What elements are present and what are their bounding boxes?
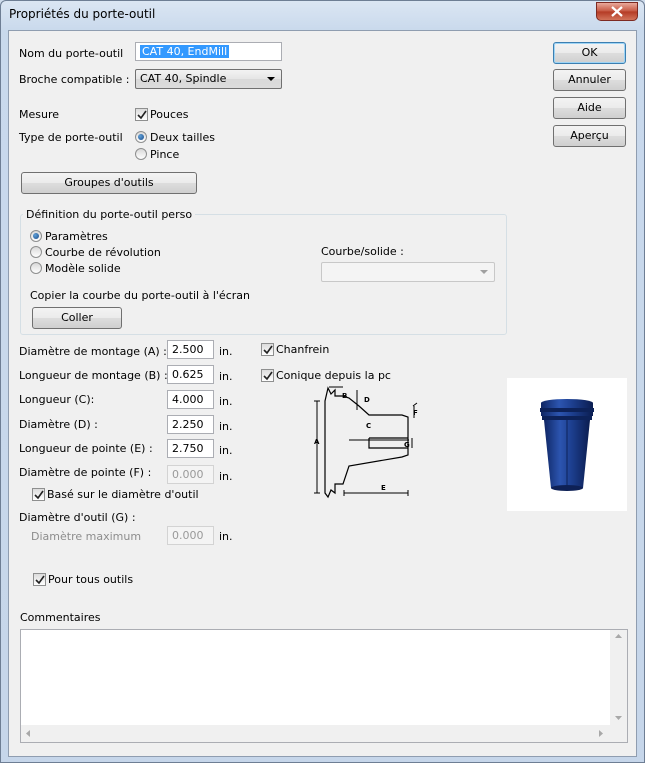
name-label: Nom du porte-outil: [19, 47, 124, 60]
diagram-label-e: E: [381, 484, 386, 492]
holder-name-input[interactable]: CAT 40, EndMill: [135, 42, 282, 61]
help-button[interactable]: Aide: [553, 97, 626, 119]
ok-button[interactable]: OK: [553, 42, 626, 64]
spindle-label: Broche compatible :: [19, 73, 130, 86]
curve-solid-select[interactable]: [321, 262, 495, 282]
unit-label: in.: [219, 345, 233, 358]
inches-checkbox[interactable]: [135, 108, 148, 121]
holder-dimension-diagram: B D F C A G E: [314, 386, 418, 499]
dialog-window: Propriétés du porte-outil Nom du porte-o…: [0, 0, 645, 763]
collet-radio[interactable]: [135, 148, 147, 160]
scroll-up-icon[interactable]: [615, 634, 622, 638]
all-tools-label: Pour tous outils: [48, 573, 134, 586]
diagram-label-c: C: [366, 422, 371, 430]
dialog-body: Nom du porte-outil CAT 40, EndMill Broch…: [8, 30, 637, 757]
unit-label: in.: [219, 370, 233, 383]
paste-button[interactable]: Coller: [32, 307, 122, 329]
diameter-input[interactable]: 2.250: [167, 415, 214, 434]
diagram-label-a: A: [314, 438, 320, 446]
diagram-label-d: D: [364, 396, 370, 404]
window-title: Propriétés du porte-outil: [9, 7, 156, 21]
tool-groups-button[interactable]: Groupes d'outils: [21, 172, 197, 194]
unit-label: in.: [219, 420, 233, 433]
tip-length-label: Longueur de pointe (E) :: [19, 442, 153, 455]
curve-solid-label: Courbe/solide :: [321, 245, 404, 258]
scroll-down-icon[interactable]: [615, 716, 622, 720]
unit-label: in.: [219, 470, 233, 483]
collet-label: Pince: [150, 148, 180, 161]
revolution-curve-radio[interactable]: [30, 246, 42, 258]
max-diameter-label: Diamètre maximum: [31, 530, 142, 543]
close-icon: [611, 6, 623, 17]
holder-type-label: Type de porte-outil: [19, 131, 123, 144]
measure-label: Mesure: [19, 108, 60, 121]
tool-holder-icon: [540, 399, 594, 491]
comments-textarea[interactable]: [20, 629, 628, 743]
params-radio[interactable]: [30, 230, 42, 242]
diameter-label: Diamètre (D) :: [19, 418, 98, 431]
unit-label: in.: [219, 395, 233, 408]
holder-name-value: CAT 40, EndMill: [140, 45, 230, 58]
diagram-label-b: B: [342, 392, 347, 400]
mount-length-label: Longueur de montage (B) :: [19, 369, 168, 382]
chamfer-label: Chanfrein: [276, 343, 330, 356]
inches-label: Pouces: [150, 108, 189, 121]
length-label: Longueur (C):: [19, 393, 95, 406]
spindle-select[interactable]: CAT 40, Spindle: [135, 69, 282, 89]
holder-preview-image: [507, 378, 627, 511]
tip-diameter-label: Diamètre de pointe (F) :: [19, 466, 152, 479]
scroll-right-icon[interactable]: [599, 730, 603, 737]
scroll-left-icon[interactable]: [26, 730, 30, 737]
cancel-button[interactable]: Annuler: [553, 69, 626, 91]
revolution-curve-label: Courbe de révolution: [45, 246, 161, 259]
based-on-tool-checkbox[interactable]: [32, 488, 45, 501]
mount-diameter-input[interactable]: 2.500: [167, 340, 214, 359]
conical-label: Conique depuis la pc: [276, 369, 391, 382]
checkmark-icon: [263, 345, 273, 355]
tip-diameter-input[interactable]: 0.000: [167, 465, 214, 484]
custom-holder-group-title: Définition du porte-outil perso: [23, 208, 196, 221]
solid-model-radio[interactable]: [30, 262, 42, 274]
diagram-label-g: G: [404, 441, 410, 449]
close-button[interactable]: [596, 2, 638, 21]
scrollbar-corner: [610, 725, 627, 742]
spindle-select-value: CAT 40, Spindle: [140, 72, 227, 85]
checkmark-icon: [34, 490, 44, 500]
chamfer-checkbox[interactable]: [261, 343, 274, 356]
two-sizes-label: Deux tailles: [150, 131, 215, 144]
two-sizes-radio[interactable]: [135, 131, 147, 143]
based-on-tool-label: Basé sur le diamètre d'outil: [47, 488, 199, 501]
diagram-label-f: F: [413, 409, 418, 417]
vertical-scrollbar[interactable]: [610, 630, 627, 725]
chevron-down-icon: [267, 77, 275, 81]
title-bar[interactable]: Propriétés du porte-outil: [1, 1, 644, 29]
comments-label: Commentaires: [20, 611, 101, 624]
checkmark-icon: [35, 575, 45, 585]
horizontal-scrollbar[interactable]: [21, 725, 610, 742]
checkmark-icon: [263, 371, 273, 381]
conical-checkbox[interactable]: [261, 369, 274, 382]
mount-length-input[interactable]: 0.625: [167, 365, 214, 384]
unit-label: in.: [219, 530, 233, 543]
params-label: Paramètres: [45, 230, 108, 243]
tool-diameter-label: Diamètre d'outil (G) :: [19, 511, 136, 524]
max-diameter-input[interactable]: 0.000: [167, 526, 214, 545]
chevron-down-icon: [480, 270, 488, 274]
length-input[interactable]: 4.000: [167, 390, 214, 409]
checkmark-icon: [137, 110, 147, 120]
all-tools-checkbox[interactable]: [33, 573, 46, 586]
solid-model-label: Modèle solide: [45, 262, 121, 275]
tip-length-input[interactable]: 2.750: [167, 439, 214, 458]
mount-diameter-label: Diamètre de montage (A) :: [19, 345, 167, 358]
preview-button[interactable]: Aperçu: [553, 125, 626, 147]
unit-label: in.: [219, 444, 233, 457]
copy-curve-label: Copier la courbe du porte-outil à l'écra…: [30, 289, 250, 302]
